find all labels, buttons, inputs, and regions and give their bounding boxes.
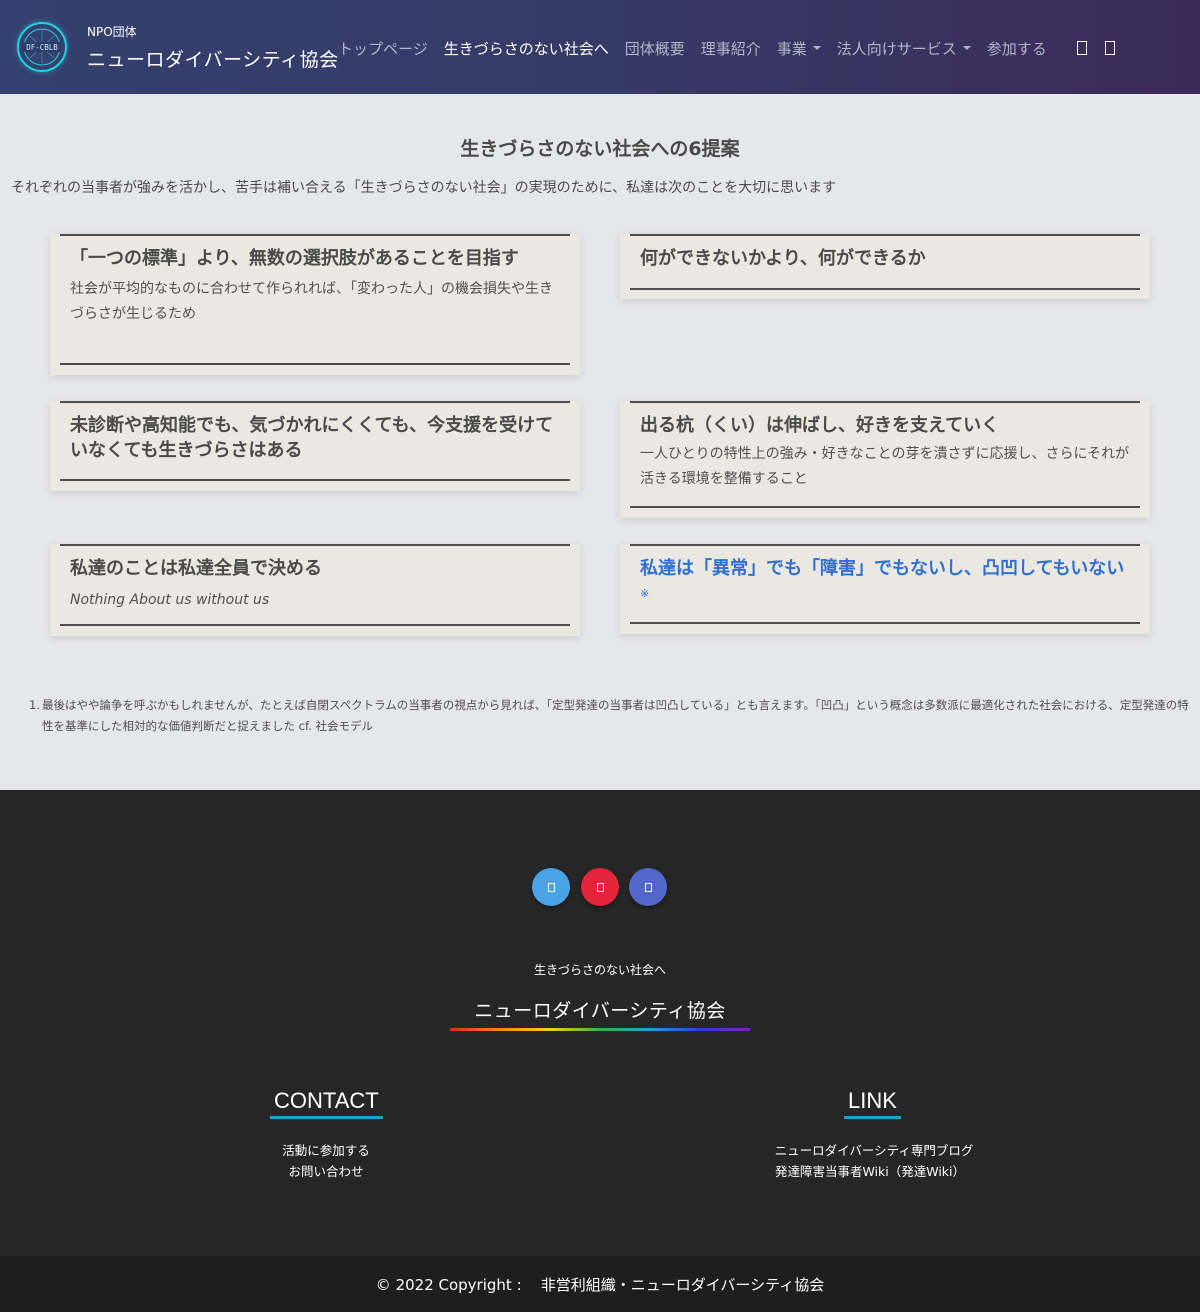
footer-link-contact[interactable]: お問い合わせ bbox=[126, 1161, 526, 1180]
site-header: DF-CBLB NPO団体 ニューロダイバーシティ協会 トップページ 生きづらさ… bbox=[0, 0, 1200, 94]
nav-label: 生きづらさのない社会へ bbox=[443, 39, 609, 58]
nav-label: 参加する bbox=[986, 39, 1047, 58]
nav-label: 団体概要 bbox=[624, 39, 685, 58]
footnote: 1. 最後はやや論争を呼ぶかもしれませんが、たとえば自閉スペクトラムの当事者の視… bbox=[29, 695, 1189, 737]
proposal-card-1: 「一つの標準」より、無数の選択肢があることを目指す 社会が平均的なものに合わせて… bbox=[50, 234, 580, 375]
proposal-card-6: 私達は「異常」でも「障害」でもないし、凸凹してもいない ※ bbox=[620, 544, 1150, 634]
proposal-heading-link[interactable]: 私達は「異常」でも「障害」でもないし、凸凹してもいない ※ bbox=[640, 556, 1130, 611]
footer-link-blog[interactable]: ニューロダイバーシティ専門ブログ bbox=[674, 1140, 1074, 1159]
proposal-card-2: 何ができないかより、何ができるか bbox=[620, 234, 1150, 299]
proposal-card-5: 私達のことは私達全員で決める Nothing About us without … bbox=[50, 544, 580, 636]
nav-corporate-dropdown[interactable]: 法人向けサービス bbox=[837, 38, 971, 59]
footnote-text: 最後はやや論争を呼ぶかもしれませんが、たとえば自閉スペクトラムの当事者の視点から… bbox=[42, 698, 1189, 733]
proposal-heading: 何ができないかより、何ができるか bbox=[640, 248, 926, 269]
youtube-icon bbox=[596, 882, 604, 892]
facebook-button[interactable] bbox=[629, 868, 667, 906]
nav-label: 理事紹介 bbox=[700, 39, 761, 58]
page-title: 生きづらさのない社会への6提案 bbox=[460, 138, 740, 160]
logo-text: DF-CBLB bbox=[26, 43, 58, 52]
nav-top[interactable]: トップページ bbox=[338, 38, 428, 59]
site-footer: 生きづらさのない社会へ ニューロダイバーシティ協会 CONTACT 活動に参加す… bbox=[0, 790, 1200, 1256]
footer-tagline: 生きづらさのない社会へ bbox=[533, 963, 666, 977]
proposal-body: 一人ひとりの特性上の強み・好きなことの芽を潰さずに応援し、さらにそれが活きる環境… bbox=[640, 446, 1130, 487]
brand-title[interactable]: ニューロダイバーシティ協会 bbox=[87, 45, 339, 72]
nav-label: 法人向けサービス bbox=[836, 39, 957, 58]
proposal-heading: 未診断や高知能でも、気づかれにくくても、今支援を受けていなくても生きづらさはある bbox=[70, 415, 554, 461]
proposal-heading: 「一つの標準」より、無数の選択肢があることを目指す bbox=[70, 248, 519, 269]
rainbow-divider bbox=[450, 1028, 750, 1031]
main-nav: トップページ 生きづらさのない社会へ 団体概要 理事紹介 事業 法人向けサービス… bbox=[338, 36, 1119, 60]
menu-icon[interactable] bbox=[1104, 41, 1115, 55]
proposal-body: 社会が平均的なものに合わせて作られれば、「変わった人」の機会損失や生きづらさが生… bbox=[70, 281, 553, 322]
contact-heading: CONTACT bbox=[270, 1088, 383, 1119]
caret-down-icon bbox=[962, 46, 971, 50]
twitter-icon bbox=[547, 882, 555, 892]
footer-link-join[interactable]: 活動に参加する bbox=[126, 1140, 526, 1159]
footer-link-wiki[interactable]: 発達障害当事者Wiki（発達Wiki） bbox=[670, 1161, 1070, 1180]
logo[interactable]: DF-CBLB bbox=[17, 22, 67, 72]
nav-label: トップページ bbox=[338, 39, 428, 58]
page-lead: それぞれの当事者が強みを活かし、苦手は補い合える「生きづらさのない社会」の実現の… bbox=[11, 180, 837, 196]
nav-board[interactable]: 理事紹介 bbox=[701, 38, 761, 59]
nav-business-dropdown[interactable]: 事業 bbox=[777, 38, 821, 59]
youtube-button[interactable] bbox=[581, 868, 619, 906]
link-heading: LINK bbox=[844, 1088, 901, 1119]
twitter-button[interactable] bbox=[532, 868, 570, 906]
nav-about[interactable]: 団体概要 bbox=[625, 38, 685, 59]
footnote-ref[interactable]: ※ bbox=[640, 587, 649, 600]
search-icon[interactable] bbox=[1076, 41, 1087, 55]
proposal-heading: 私達のことは私達全員で決める bbox=[70, 558, 322, 579]
proposal-heading: 出る杭（くい）は伸ばし、好きを支えていく bbox=[640, 415, 1000, 436]
nav-join[interactable]: 参加する bbox=[987, 38, 1047, 59]
nav-society[interactable]: 生きづらさのない社会へ bbox=[444, 38, 609, 59]
proposal-body: Nothing About us without us bbox=[70, 592, 270, 608]
proposal-heading: 私達は「異常」でも「障害」でもないし、凸凹してもいない bbox=[640, 558, 1125, 579]
nav-label: 事業 bbox=[776, 39, 807, 58]
proposal-card-3: 未診断や高知能でも、気づかれにくくても、今支援を受けていなくても生きづらさはある bbox=[50, 401, 580, 491]
facebook-icon bbox=[644, 882, 652, 892]
brand-subtitle: NPO団体 bbox=[87, 25, 137, 39]
proposal-card-4: 出る杭（くい）は伸ばし、好きを支えていく 一人ひとりの特性上の強み・好きなことの… bbox=[620, 401, 1150, 518]
footnote-number: 1. bbox=[29, 698, 40, 712]
caret-down-icon bbox=[812, 46, 821, 50]
footer-brand: ニューロダイバーシティ協会 bbox=[474, 1000, 726, 1022]
copyright: © 2022 Copyright : 非営利組織・ニューロダイバーシティ協会 bbox=[0, 1256, 1200, 1312]
logo-emblem-icon: DF-CBLB bbox=[23, 28, 61, 66]
